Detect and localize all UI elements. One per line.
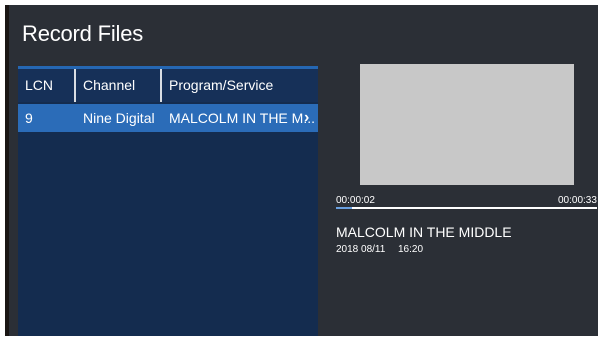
table-header: LCN Channel Program/Service	[18, 69, 318, 102]
table-row[interactable]: 9 Nine Digital MALCOLM IN THE M... ›	[18, 104, 318, 132]
program-title: MALCOLM IN THE MIDDLE	[336, 224, 512, 240]
page-title: Record Files	[22, 21, 144, 46]
program-date: 2018 08/11	[336, 244, 386, 255]
row-channel: Nine Digital	[83, 110, 155, 126]
record-files-screen: Record Files LCN Channel Program/Service…	[5, 5, 598, 336]
progress-bar[interactable]	[336, 207, 597, 209]
chevron-right-icon[interactable]: ›	[304, 104, 309, 132]
row-program: MALCOLM IN THE M...	[169, 110, 315, 126]
record-list-panel: LCN Channel Program/Service 9 Nine Digit…	[18, 66, 318, 336]
column-header-lcn: LCN	[25, 77, 54, 93]
program-time: 16:20	[398, 244, 424, 255]
video-preview[interactable]	[360, 64, 574, 185]
playback-time-total: 00:00:33	[558, 195, 597, 206]
row-lcn: 9	[25, 110, 33, 126]
column-header-program: Program/Service	[169, 77, 274, 93]
column-header-channel: Channel	[83, 77, 136, 93]
progress-bar-fill	[336, 207, 352, 209]
playback-time-current: 00:00:02	[336, 195, 375, 206]
